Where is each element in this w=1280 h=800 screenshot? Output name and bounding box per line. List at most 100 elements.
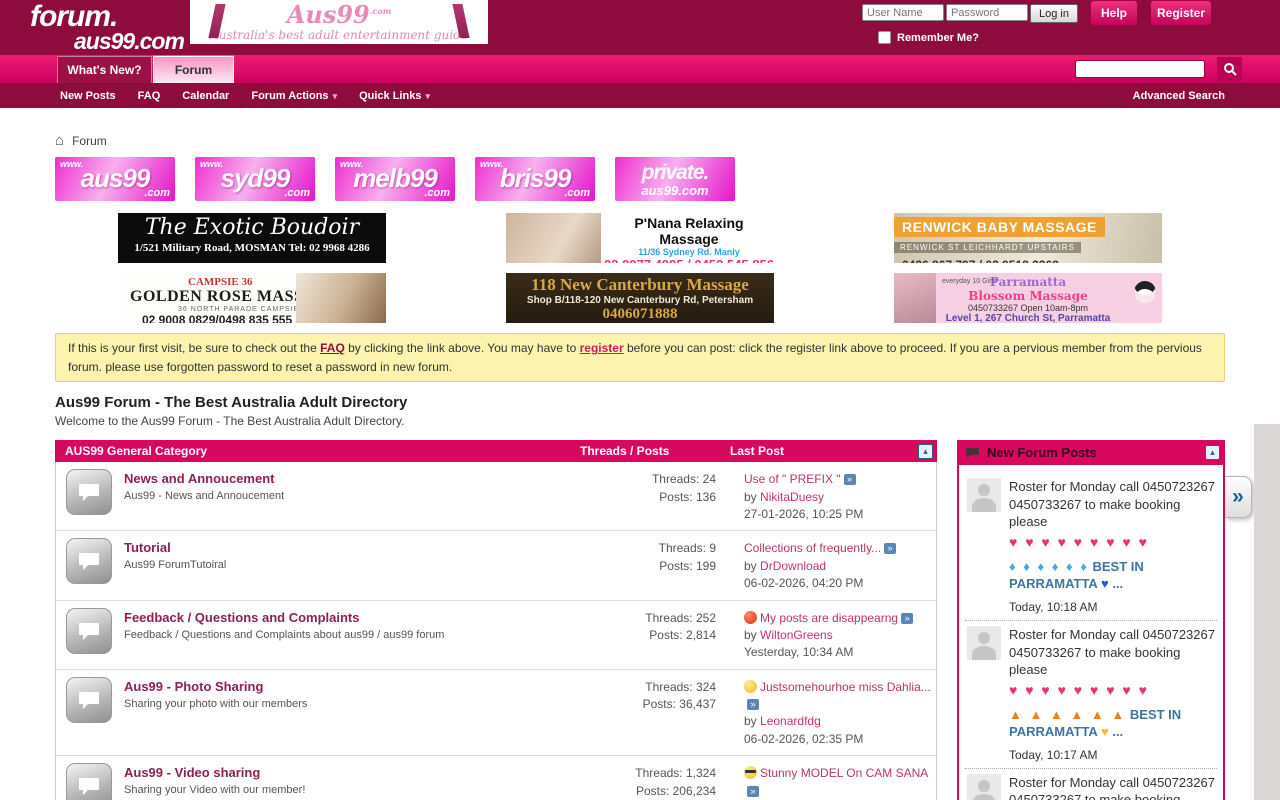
forum-icon [66, 538, 112, 584]
nav-faq[interactable]: FAQ [138, 90, 161, 102]
banner-melb99[interactable]: www. melb99 .com [335, 157, 455, 201]
nav-forum-actions[interactable]: Forum Actions▾ [251, 90, 337, 102]
faq-link[interactable]: FAQ [320, 341, 345, 355]
forum-name[interactable]: Feedback / Questions and Complaints [124, 610, 598, 625]
forum-name[interactable]: News and Annoucement [124, 471, 598, 486]
logo-line2: aus99.com [74, 30, 184, 53]
forum-stats: Threads: 24 Posts: 136 [598, 469, 716, 506]
last-post-title[interactable]: Justsomehourhoe miss Dahlia... [760, 680, 931, 694]
last-post-author[interactable]: WiltonGreens [760, 628, 833, 642]
header-banner-ad[interactable]: Aus99.com Australia's best adult enterta… [190, 0, 488, 44]
help-button[interactable]: Help [1090, 0, 1138, 26]
sidebar-title: New Forum Posts [987, 445, 1198, 460]
ad-pnana-massage[interactable]: P'Nana Relaxing Massage 11/36 Sydney Rd.… [506, 213, 774, 263]
sidebar-post[interactable]: Roster for Monday call 0450723267 045073… [965, 620, 1217, 768]
speech-bubble-icon [78, 621, 100, 641]
forum-name[interactable]: Tutorial [124, 540, 598, 555]
site-logo[interactable]: forum. aus99.com [30, 2, 184, 53]
banner-private-aus99[interactable]: private. aus99.com [615, 157, 735, 201]
last-post-title[interactable]: Collections of frequently... [744, 541, 881, 555]
go-to-last-post-icon[interactable]: » [747, 786, 759, 797]
post-text: Roster for Monday call 0450723267 045073… [1009, 775, 1215, 800]
ad-blossom-massage[interactable]: everyday 10 Girls Parramatta Blossom Mas… [894, 273, 1162, 323]
forum-icon [66, 608, 112, 654]
register-link[interactable]: register [580, 341, 624, 355]
advanced-search-link[interactable]: Advanced Search [1133, 90, 1225, 102]
cool-face-icon [744, 766, 757, 779]
ad-golden-rose-massage[interactable]: CAMPSIE 36 GOLDEN ROSE MASSAGE 36 NORTH … [118, 273, 386, 323]
go-to-last-post-icon[interactable]: » [884, 543, 896, 554]
ad-phone: 0426 867 797 / 02 9518 3368 [902, 258, 1162, 263]
last-post-author[interactable]: NikitaDuesy [760, 490, 824, 504]
username-input[interactable] [862, 4, 944, 21]
nav-calendar[interactable]: Calendar [182, 90, 229, 102]
speech-bubble-icon [78, 690, 100, 710]
ad-renwick-massage[interactable]: RENWICK BABY MASSAGE RENWICK ST LEICHHAR… [894, 213, 1162, 263]
ad-address: RENWICK ST LEICHHARDT UPSTAIRS [894, 242, 1081, 253]
diamond-emoji-row: ♦ ♦ ♦ ♦ ♦ ♦ [1009, 559, 1089, 574]
go-to-last-post-icon[interactable]: » [747, 699, 759, 710]
right-gutter [1254, 424, 1280, 800]
forum-row: News and Annoucement Aus99 - News and An… [56, 462, 936, 530]
collapse-button[interactable]: ▴ [1205, 445, 1220, 460]
tab-forum[interactable]: Forum [153, 56, 234, 83]
home-icon[interactable]: ⌂ [55, 132, 64, 149]
remember-me-checkbox[interactable] [878, 31, 891, 44]
threads-count: Threads: 9 [598, 540, 716, 557]
ad-address: Shop B/118-120 New Canterbury Rd, Peters… [506, 295, 774, 306]
register-button[interactable]: Register [1150, 0, 1212, 26]
ad-phone: 02 9977 4995 / 0452 545 856 [604, 257, 774, 263]
sidebar-toggle-button[interactable]: » [1225, 476, 1252, 518]
banner-title: Aus99.com [287, 3, 391, 27]
banner-com: .com [424, 187, 450, 199]
search-input[interactable] [1075, 60, 1205, 78]
last-post-author[interactable]: Leonardfdg [760, 714, 821, 728]
last-post-title[interactable]: Stunny MODEL On CAM SANA [760, 766, 928, 780]
tab-whats-new[interactable]: What's New? [57, 56, 152, 83]
post-text: Roster for Monday call 0450723267 045073… [1009, 479, 1215, 529]
page-title: Aus99 Forum - The Best Australia Adult D… [55, 394, 1225, 411]
forum-row: Feedback / Questions and Complaints Feed… [56, 600, 936, 669]
category-aus99-general: AUS99 General Category Threads / Posts L… [55, 440, 937, 800]
top-header: forum. aus99.com Aus99.com Australia's b… [0, 0, 1280, 55]
forum-stats: Threads: 252 Posts: 2,814 [598, 608, 716, 645]
search-button[interactable] [1217, 57, 1242, 81]
forum-description: Aus99 ForumTutoiral [124, 559, 598, 571]
nav-quick-links[interactable]: Quick Links▾ [359, 90, 430, 102]
last-post-date: 27-01-2026, 10:25 PM [744, 506, 932, 523]
sidebar-post[interactable]: Roster for Monday call 0450723267 045073… [965, 768, 1217, 800]
login-button[interactable]: Log in [1030, 4, 1078, 23]
last-post-author[interactable]: DrDownload [760, 559, 826, 573]
banner-bris99[interactable]: www. bris99 .com [475, 157, 595, 201]
go-to-last-post-icon[interactable]: » [901, 613, 913, 624]
speech-bubble-icon [78, 482, 100, 502]
doll-face-icon [1134, 281, 1156, 303]
category-title[interactable]: AUS99 General Category [65, 444, 580, 458]
banner-com: .com [564, 187, 590, 199]
ad-exotic-boudoir[interactable]: The Exotic Boudoir 1/521 Military Road, … [118, 213, 386, 263]
ad-canterbury-massage[interactable]: 118 New Canterbury Massage Shop B/118-12… [506, 273, 774, 323]
go-to-last-post-icon[interactable]: » [844, 474, 856, 485]
last-post-title[interactable]: My posts are disappearng [760, 611, 898, 625]
threads-count: Threads: 1,324 [598, 765, 716, 782]
forum-name[interactable]: Aus99 - Video sharing [124, 765, 598, 780]
collapse-button[interactable]: ▴ [918, 444, 933, 459]
forum-icon [66, 763, 112, 800]
posts-count: Posts: 199 [598, 558, 716, 575]
chevron-down-icon: ▾ [333, 91, 338, 101]
last-post-title[interactable]: Use of " PREFIX " [744, 472, 841, 486]
first-visit-notice: If this is your first visit, be sure to … [55, 333, 1225, 382]
threads-count: Threads: 324 [598, 679, 716, 696]
banner-syd99[interactable]: www. syd99 .com [195, 157, 315, 201]
banner-com: .com [284, 187, 310, 199]
category-header: AUS99 General Category Threads / Posts L… [55, 440, 937, 462]
posts-count: Posts: 2,814 [598, 627, 716, 644]
sidebar-post[interactable]: Roster for Monday call 0450723267 045073… [965, 473, 1217, 620]
nav-new-posts[interactable]: New Posts [60, 90, 116, 102]
banner-aus99[interactable]: www. aus99 .com [55, 157, 175, 201]
password-input[interactable] [946, 4, 1028, 21]
ad-photo [296, 273, 386, 323]
breadcrumb-forum[interactable]: Forum [72, 134, 107, 148]
forum-description: Aus99 - News and Annoucement [124, 490, 598, 502]
forum-name[interactable]: Aus99 - Photo Sharing [124, 679, 598, 694]
